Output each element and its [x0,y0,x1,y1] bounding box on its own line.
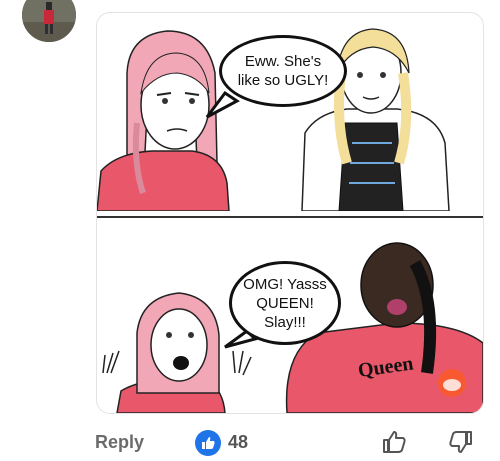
meme-image[interactable]: Eww. She's like so UGLY! Queen OMG! Yass… [96,12,484,414]
like-reaction-icon[interactable] [195,430,221,456]
speech-bubble-top: Eww. She's like so UGLY! [219,35,347,107]
pink-haired-girl-illustration [97,30,230,211]
meme-bottom-panel: Queen OMG! Yasss QUEEN! Slay!!! [97,223,483,413]
commenter-avatar[interactable] [22,0,76,42]
panel-divider [97,216,483,218]
thumbs-down-icon[interactable] [447,428,475,456]
reddit-watermark-icon [438,369,466,397]
meme-top-panel: Eww. She's like so UGLY! [97,13,483,211]
reply-button[interactable]: Reply [95,432,144,453]
speech-bubble-bottom-text: OMG! Yasss QUEEN! Slay!!! [243,275,327,331]
like-count: 48 [228,432,249,452]
thumbs-up-icon[interactable] [380,428,408,456]
comment-actions: Reply 48 [0,420,500,458]
speech-bubble-bottom: OMG! Yasss QUEEN! Slay!!! [229,261,341,345]
cheering-girl-illustration [102,292,252,413]
speech-bubble-top-text: Eww. She's like so UGLY! [237,53,329,89]
